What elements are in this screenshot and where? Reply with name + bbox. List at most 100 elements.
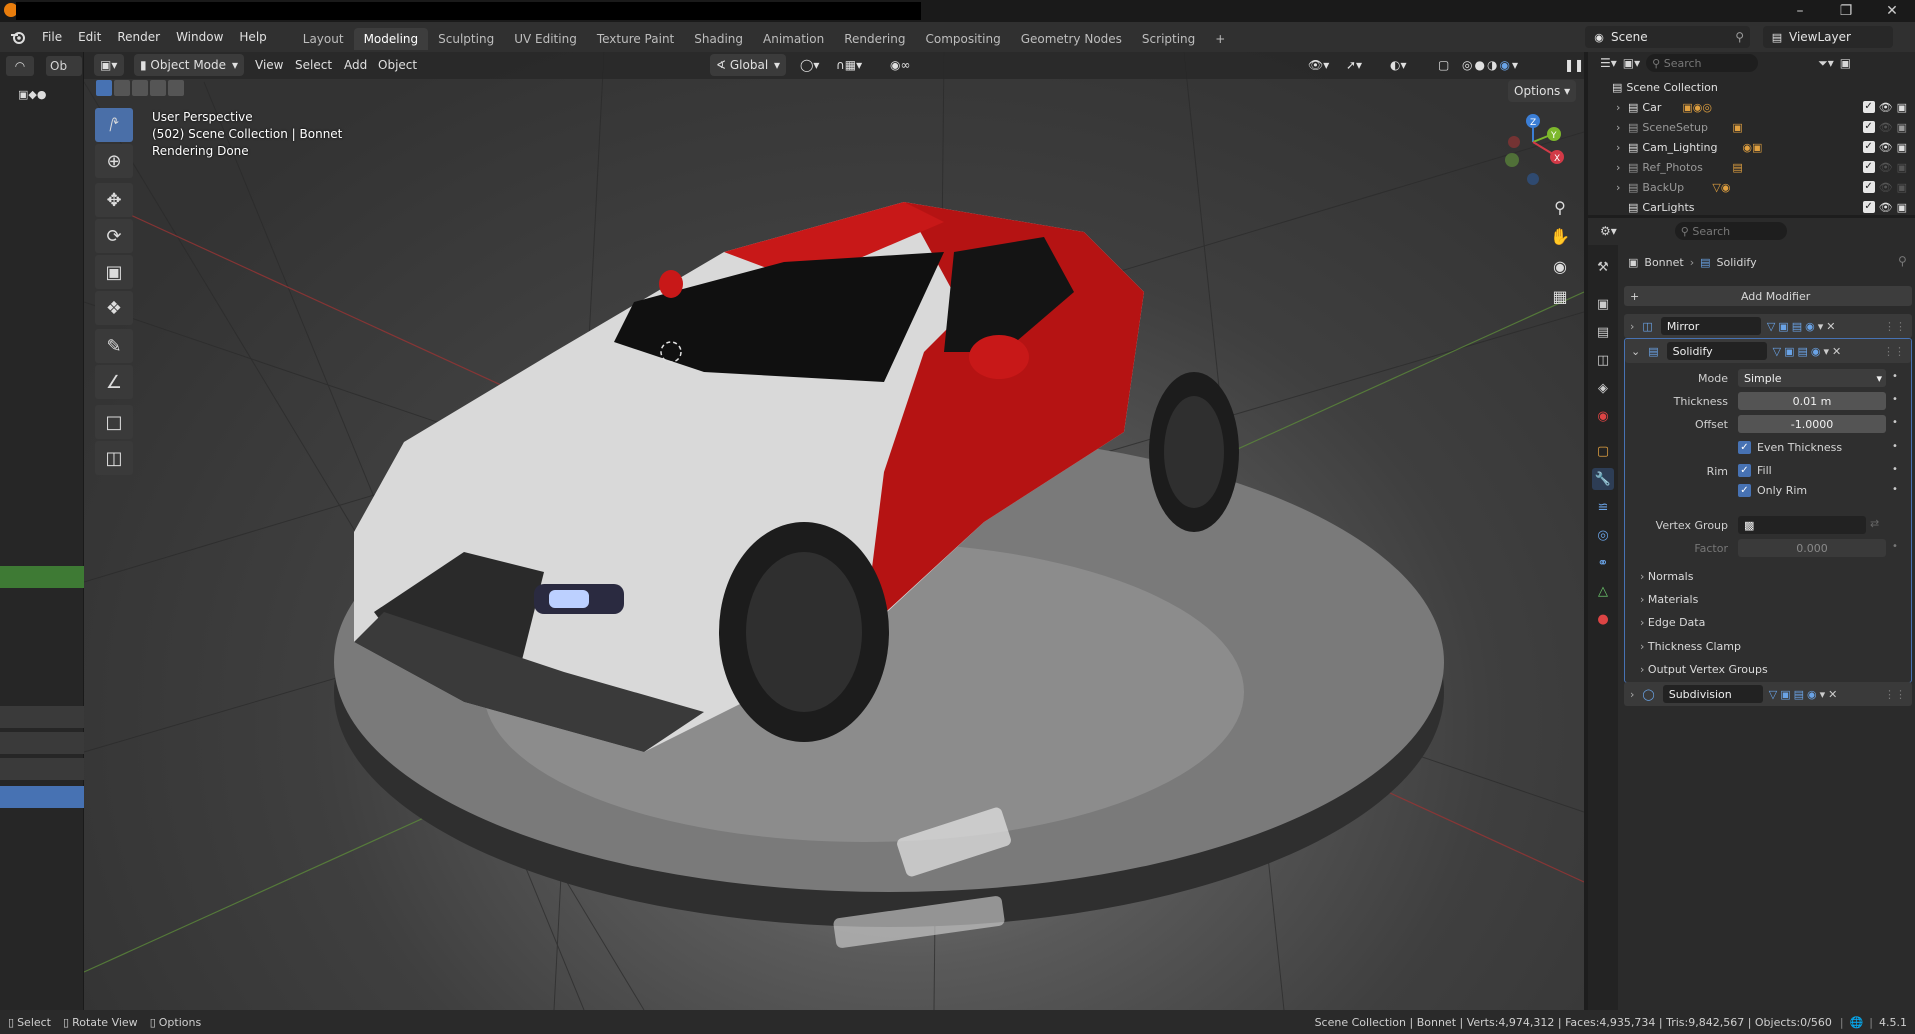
subpanel-materials[interactable]: › Materials [1640, 593, 1698, 606]
keyframe-dot-icon[interactable]: • [1892, 417, 1898, 428]
outliner-item[interactable]: › ▤ Ref_Photos ▤ ✓ 👁 ▣ [1588, 157, 1915, 177]
subpanel-normals[interactable]: › Normals [1640, 570, 1693, 583]
render-tab-icon[interactable]: ▣ [1592, 293, 1614, 315]
filter-icon[interactable]: ⏷▾ [1818, 56, 1834, 71]
menu-window[interactable]: Window [168, 22, 231, 52]
shading-modes[interactable]: ◎ ● ◑ ◉ ▾ [1456, 54, 1524, 76]
even-thickness-row[interactable]: ✓ Even Thickness [1738, 441, 1842, 454]
editor-type-button[interactable]: ▣▾ [94, 54, 124, 76]
menu-view[interactable]: View [249, 54, 289, 76]
visibility-icon[interactable]: 👁▾ [1302, 54, 1335, 76]
cursor-tool-icon[interactable]: ⊕ [95, 144, 133, 178]
overlay-toggle-icon[interactable]: ◐▾ [1384, 54, 1413, 76]
perspective-toggle-icon[interactable]: ▦ [1546, 282, 1574, 310]
menu-add[interactable]: Add [338, 54, 373, 76]
material-shading-icon[interactable]: ◑ [1487, 58, 1497, 72]
expand-arrow-icon[interactable]: › [1616, 141, 1628, 154]
camera-render-icon[interactable]: ▣ [1897, 181, 1907, 194]
pin-icon[interactable]: ⚲ [1735, 30, 1744, 44]
chevron-down-icon[interactable]: ▾ [1824, 345, 1830, 358]
eye-icon[interactable]: 👁 [1879, 141, 1893, 154]
chevron-down-icon[interactable]: ▾ [1818, 320, 1824, 333]
select-mode-buttons[interactable] [96, 80, 192, 96]
keyframe-dot-icon[interactable]: • [1892, 371, 1898, 382]
modifier-mirror-header[interactable]: › ◫ Mirror ▽ ▣ ▤ ◉ ▾ ✕ ⋮⋮ [1624, 314, 1912, 338]
gizmo-toggle-icon[interactable]: ➚▾ [1340, 54, 1368, 76]
editor-type-icon[interactable]: ☰▾ [1600, 56, 1617, 70]
add-object-tool-icon[interactable]: ◫ [95, 441, 133, 475]
outliner-item[interactable]: ▤ CarLights ✓ 👁 ▣ [1588, 197, 1915, 217]
viewport-display-icon[interactable]: ▤ [1792, 320, 1802, 333]
select-new-icon[interactable] [96, 80, 112, 96]
tab-layout[interactable]: Layout [293, 28, 354, 50]
scene-tab-icon[interactable]: ◈ [1592, 377, 1614, 399]
close-icon[interactable]: ✕ [1832, 345, 1841, 358]
modifier-tab-icon[interactable]: 🔧 [1592, 468, 1614, 490]
menu-object[interactable]: Object [372, 54, 423, 76]
tab-rendering[interactable]: Rendering [834, 28, 915, 50]
select-box-tool-icon[interactable]: ⭚ [95, 108, 133, 142]
transform-orientation-dropdown[interactable]: ∢ Global ▾ [710, 54, 786, 76]
pivot-icon[interactable]: ◯▾ [794, 54, 825, 76]
edit-mode-icon[interactable]: ▽ [1773, 345, 1781, 358]
data-tab-icon[interactable]: △ [1592, 580, 1614, 602]
expand-arrow-icon[interactable]: › [1616, 101, 1628, 114]
expand-arrow-icon[interactable]: › [1616, 181, 1628, 194]
only-rim-checkbox[interactable]: ✓ [1738, 484, 1751, 497]
transform-tool-icon[interactable]: ❖ [95, 291, 133, 325]
keyframe-dot-icon[interactable]: • [1892, 484, 1898, 495]
constraints-tab-icon[interactable]: ⚭ [1592, 552, 1614, 574]
invert-icon[interactable]: ⇄ [1870, 517, 1886, 533]
outliner-item[interactable]: › ▤ SceneSetup ▣ ✓ 👁 ▣ [1588, 117, 1915, 137]
annotate-tool-icon[interactable]: ✎ [95, 329, 133, 363]
keyframe-dot-icon[interactable]: • [1892, 394, 1898, 405]
cage-icon[interactable]: ▣ [1778, 320, 1788, 333]
tool-tab-icon[interactable]: ⚒ [1592, 256, 1614, 278]
scale-tool-icon[interactable]: ▣ [95, 255, 133, 289]
wireframe-shading-icon[interactable]: ◎ [1462, 58, 1472, 72]
filter-icons[interactable]: ▣◆● [18, 88, 68, 104]
camera-render-icon[interactable]: ▣ [1897, 201, 1907, 214]
expand-arrow-icon[interactable]: › [1616, 161, 1628, 174]
camera-view-icon[interactable]: ◉ [1546, 252, 1574, 280]
modifier-name-field[interactable]: Subdivision [1662, 685, 1763, 703]
keyframe-dot-icon[interactable]: • [1892, 441, 1898, 452]
cage-icon[interactable]: ▣ [1780, 688, 1790, 701]
3d-viewport[interactable] [84, 52, 1584, 1010]
tab-uv-editing[interactable]: UV Editing [504, 28, 587, 50]
rendered-shading-icon[interactable]: ◉ [1499, 58, 1509, 72]
fill-checkbox[interactable]: ✓ [1738, 464, 1751, 477]
zoom-icon[interactable]: ⚲ [1546, 193, 1574, 221]
display-mode-icon[interactable]: ▣▾ [1623, 56, 1640, 70]
object-tab-icon[interactable]: ▢ [1592, 440, 1614, 462]
maximize-button[interactable]: ❐ [1823, 0, 1869, 22]
viewport-display-icon[interactable]: ▤ [1798, 345, 1808, 358]
solid-shading-icon[interactable]: ● [1474, 58, 1484, 72]
options-dropdown[interactable]: Options ▾ [1508, 80, 1577, 102]
xray-icon[interactable]: ▢ [1432, 54, 1455, 76]
eye-icon[interactable]: 👁 [1879, 161, 1893, 174]
eye-icon[interactable]: 👁 [1879, 121, 1893, 134]
exclude-checkbox[interactable]: ✓ [1862, 100, 1875, 113]
drag-handle-icon[interactable]: ⋮⋮ [1883, 345, 1905, 358]
editor-type-icon[interactable]: ⚙▾ [1600, 224, 1617, 238]
tab-texture-paint[interactable]: Texture Paint [587, 28, 684, 50]
rotate-tool-icon[interactable]: ⟳ [95, 219, 133, 253]
modifier-name-field[interactable]: Mirror [1660, 317, 1761, 335]
pan-hand-icon[interactable]: ✋ [1546, 222, 1574, 250]
select-subtract-icon[interactable] [132, 80, 148, 96]
exclude-checkbox[interactable]: ✓ [1862, 200, 1875, 213]
drag-handle-icon[interactable]: ⋮⋮ [1884, 320, 1906, 333]
select-extend-icon[interactable] [114, 80, 130, 96]
fill-row[interactable]: ✓ Fill [1738, 464, 1772, 477]
modifier-subdivision-header[interactable]: › ◯ Subdivision ▽ ▣ ▤ ◉ ▾ ✕ ⋮⋮ [1624, 682, 1912, 706]
edit-mode-icon[interactable]: ▽ [1769, 688, 1777, 701]
expand-arrow-icon[interactable]: › [1630, 320, 1634, 333]
viewport-display-icon[interactable]: ▤ [1794, 688, 1804, 701]
keyframe-dot-icon[interactable]: • [1892, 541, 1898, 552]
mode-dropdown[interactable]: Simple ▾ [1738, 369, 1886, 387]
move-tool-icon[interactable]: ✥ [95, 183, 133, 217]
chevron-down-icon[interactable]: ▾ [1512, 58, 1518, 72]
exclude-checkbox[interactable]: ✓ [1862, 160, 1875, 173]
drag-handle-icon[interactable]: ⋮⋮ [1884, 688, 1906, 701]
